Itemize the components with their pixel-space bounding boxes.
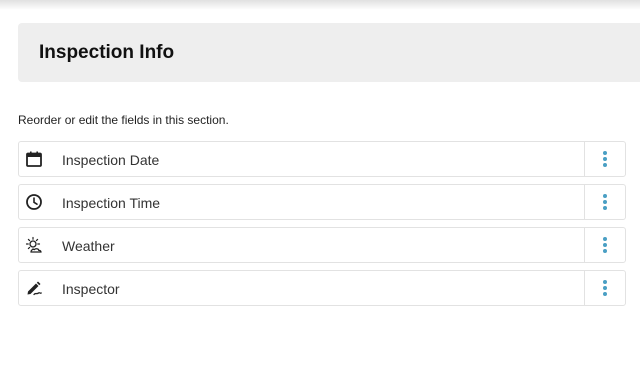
top-shadow [0, 0, 640, 10]
clock-icon [25, 193, 43, 211]
section-title: Inspection Info [39, 42, 175, 63]
field-menu-button[interactable] [584, 185, 625, 219]
more-vertical-icon [603, 194, 607, 210]
more-vertical-icon [603, 237, 607, 253]
field-menu-button[interactable] [584, 228, 625, 262]
field-row-inspection-date[interactable]: Inspection Date [18, 141, 626, 177]
field-label: Weather [62, 238, 115, 254]
weather-icon [25, 236, 43, 254]
section-helper-text: Reorder or edit the fields in this secti… [18, 113, 229, 127]
more-vertical-icon [603, 151, 607, 167]
field-menu-button[interactable] [584, 271, 625, 305]
field-label: Inspection Time [62, 195, 161, 211]
pencil-signature-icon [25, 279, 43, 297]
field-row-weather[interactable]: Weather [18, 227, 626, 263]
field-row-inspection-time[interactable]: Inspection Time [18, 184, 626, 220]
field-label: Inspection Date [62, 152, 160, 168]
field-row-inspector[interactable]: Inspector [18, 270, 626, 306]
field-list: Inspection Date Inspection Time Weather … [18, 141, 626, 313]
field-label: Inspector [62, 281, 120, 297]
more-vertical-icon [603, 280, 607, 296]
field-menu-button[interactable] [584, 142, 625, 176]
calendar-icon [25, 150, 43, 168]
section-header: Inspection Info [18, 23, 640, 82]
